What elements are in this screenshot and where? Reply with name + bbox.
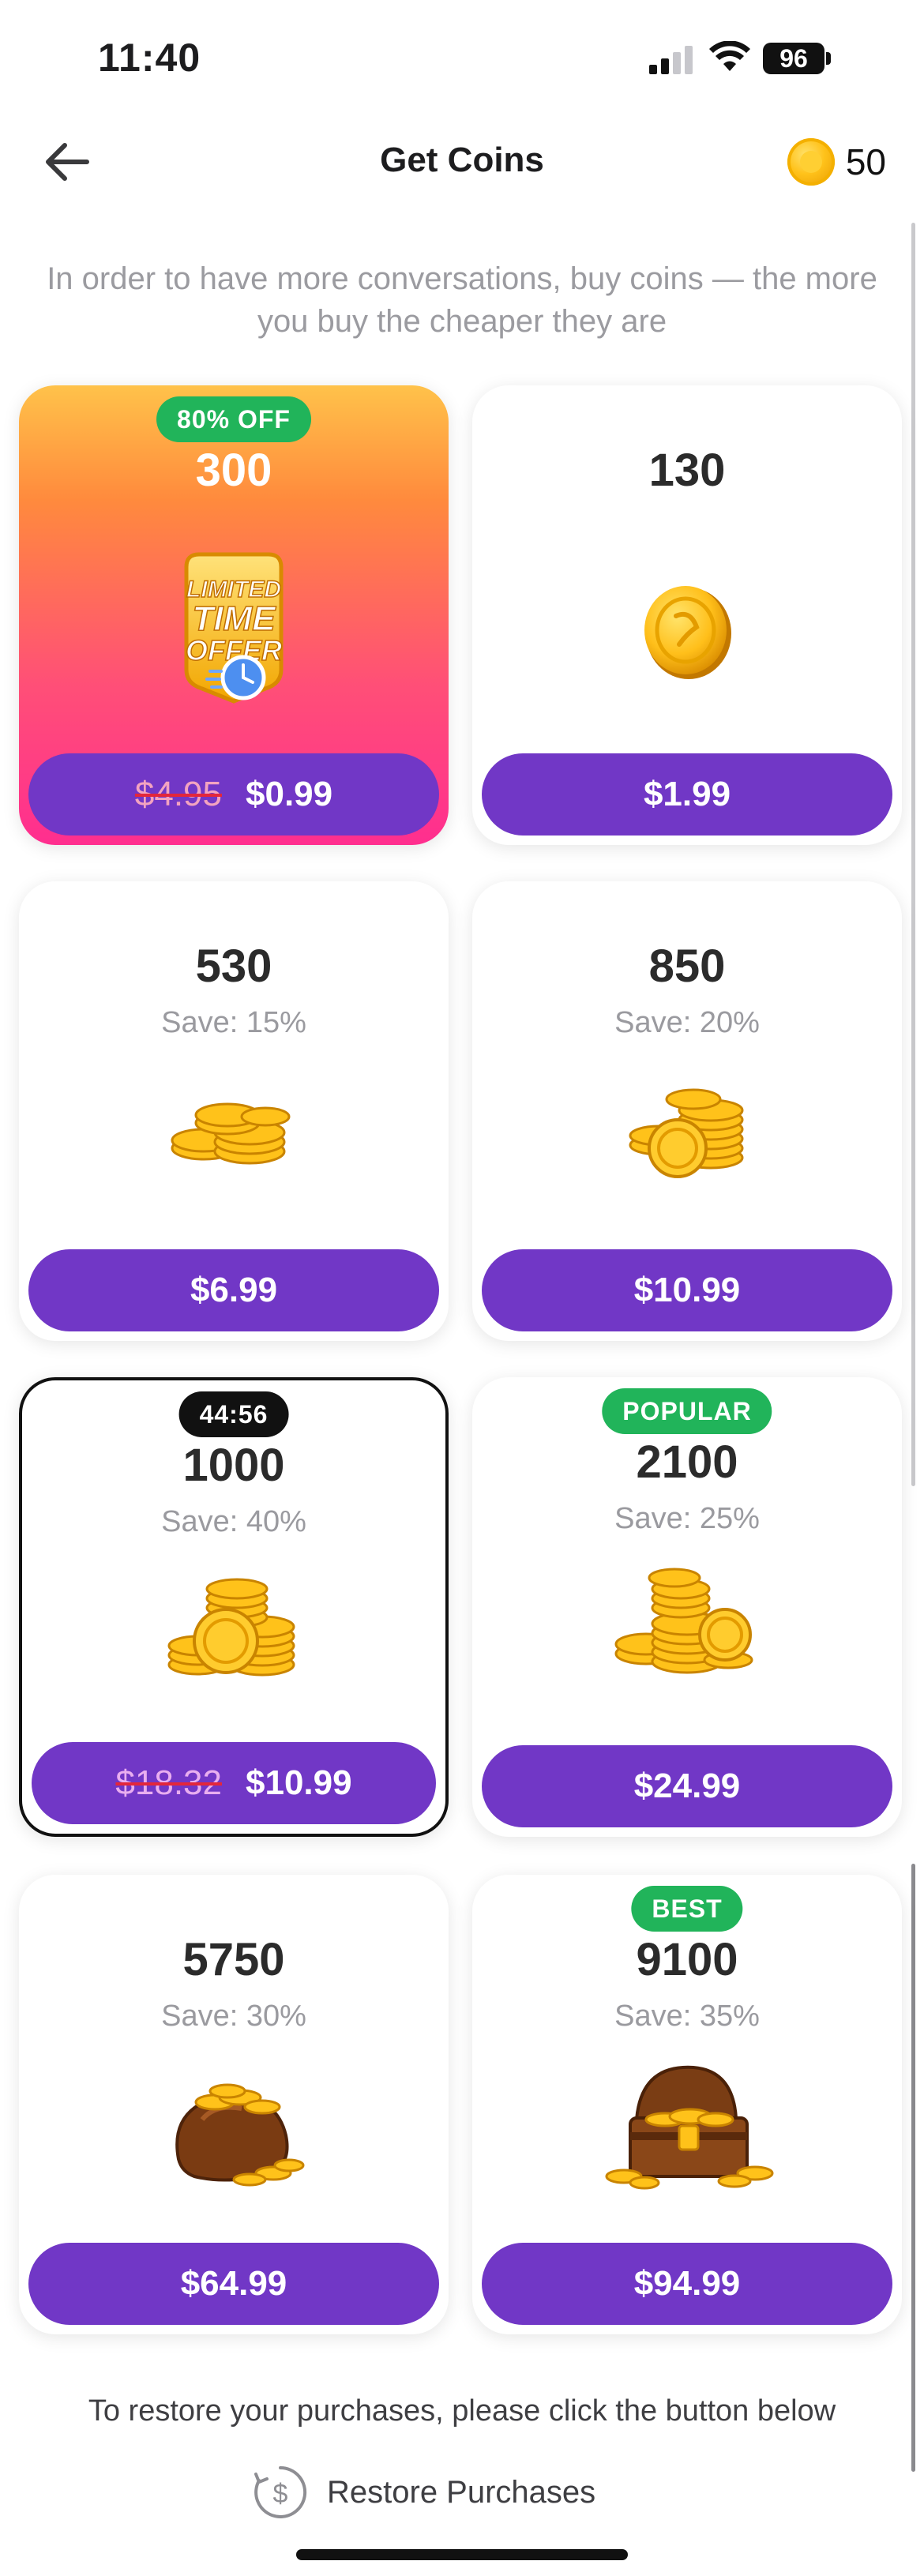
countdown-timer-badge: 44:56 [178,1391,289,1437]
coin-amount: 300 [195,445,272,496]
price: $6.99 [190,1271,278,1309]
coin-amount: 2100 [636,1436,738,1488]
coin-package-2100[interactable]: POPULAR 2100 Save: 25% $24.99 [472,1377,902,1837]
popular-badge: POPULAR [602,1388,772,1434]
coin-stack-large-icon [167,1578,295,1677]
intro-text: In order to have more conversations, buy… [47,261,877,339]
cellular-signal-icon [649,46,693,74]
savings-label: Save: 40% [161,1505,306,1538]
scrollbar-upper[interactable] [911,223,915,1486]
coin-amount: 850 [648,941,726,992]
price: $1.99 [643,775,731,813]
buy-button[interactable]: $6.99 [28,1249,439,1331]
savings-label: Save: 25% [614,1502,760,1535]
old-price: $18.32 [115,1763,222,1802]
price: $94.99 [633,2264,741,2303]
coin-pile-icon [614,1568,753,1674]
savings-label: Save: 15% [161,1006,306,1039]
discount-badge: 80% OFF [156,396,311,442]
coin-package-1000[interactable]: 44:56 1000 Save: 40% $18.32 $10.99 [19,1377,449,1837]
price: $64.99 [180,2264,287,2303]
treasure-chest-icon [605,2065,774,2190]
buy-button[interactable]: $10.99 [482,1249,892,1331]
price: $10.99 [246,1763,352,1802]
price: $0.99 [246,775,333,813]
wifi-icon [709,41,750,71]
coin-package-530[interactable]: 530 Save: 15% $6.99 [19,881,449,1341]
home-indicator [296,2549,628,2560]
status-bar: 11:40 96 [0,0,924,118]
coin-amount: 130 [648,445,726,496]
offer-art-line2: TIME [192,599,276,638]
restore-purchases-label: Restore Purchases [327,2474,596,2510]
coin-bag-icon [175,2083,305,2187]
coin-stack-medium-icon [629,1088,744,1178]
coin-package-300[interactable]: 80% OFF 300 LIMITED TIME OFFER $4.95 $0.… [19,385,449,845]
restore-note: To restore your purchases, please click … [88,2394,836,2428]
savings-label: Save: 30% [161,2000,306,2033]
savings-label: Save: 35% [614,2000,760,2033]
coin-package-9100[interactable]: BEST 9100 Save: 35% $94.99 [472,1875,902,2334]
balance-value: 50 [845,141,886,182]
battery-nub [826,52,831,65]
savings-label: Save: 20% [614,1006,760,1039]
best-badge: BEST [631,1886,743,1932]
price: $10.99 [633,1271,741,1309]
coin-package-5750[interactable]: 5750 Save: 30% $64.99 [19,1875,449,2334]
limited-time-offer-icon: LIMITED TIME OFFER [184,552,284,704]
buy-button[interactable]: $18.32 $10.99 [32,1742,436,1824]
old-price: $4.95 [134,775,222,813]
buy-button[interactable]: $64.99 [28,2243,439,2325]
single-coin-icon [644,586,731,679]
coin-amount: 530 [195,941,272,992]
coin-stack-small-icon [171,1102,291,1165]
scrollbar-lower[interactable] [911,1864,915,2472]
svg-text:$: $ [273,2479,288,2509]
header: Get Coins 50 [0,118,924,205]
page-title: Get Coins [380,141,544,179]
coin-amount: 9100 [636,1934,738,1985]
coin-package-850[interactable]: 850 Save: 20% $10.99 [472,881,902,1341]
battery-indicator: 96 [763,43,824,74]
buy-button[interactable]: $24.99 [482,1745,892,1827]
coin-package-130[interactable]: 130 $1.99 [472,385,902,845]
price: $24.99 [633,1767,741,1805]
buy-button[interactable]: $94.99 [482,2243,892,2325]
restore-dollar-icon: $ [254,2465,307,2518]
coin-icon [787,138,835,186]
status-time: 11:40 [98,36,201,80]
buy-button[interactable]: $1.99 [482,753,892,836]
coin-balance: 50 [787,136,886,188]
coin-amount: 5750 [182,1934,285,1985]
coin-amount: 1000 [182,1440,285,1491]
restore-purchases-button[interactable]: $ Restore Purchases [251,2461,595,2524]
buy-button[interactable]: $4.95 $0.99 [28,753,439,836]
